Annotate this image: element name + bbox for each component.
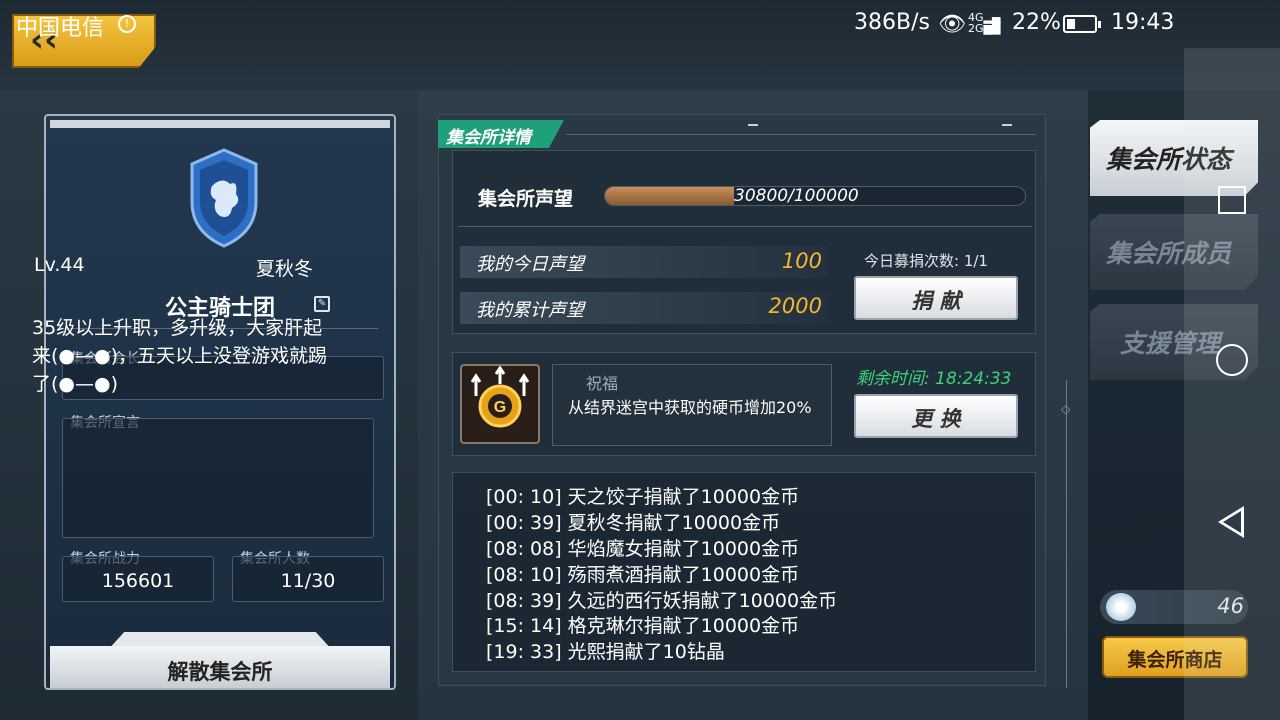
vertical-line — [1066, 380, 1067, 688]
donate-label: 捐 献 — [911, 289, 961, 313]
leader-name: 夏秋冬 — [256, 258, 314, 280]
reputation-label: 集会所声望 — [478, 188, 574, 210]
recent-apps-icon[interactable] — [1218, 186, 1246, 214]
clock-alarm-icon: ! — [118, 15, 136, 33]
tab-line — [566, 134, 1036, 135]
diamond-icon: ◇ — [1061, 402, 1071, 416]
blessing-coin-icon: G — [460, 364, 540, 444]
total-reputation-label: 我的累计声望 — [476, 300, 584, 321]
power-value: 156601 — [101, 570, 175, 592]
svg-text:G: G — [494, 399, 506, 416]
remaining-time: 剩余时间: 18:24:33 — [856, 369, 1012, 389]
tab-dash — [1002, 124, 1012, 126]
net-speed: 386B/s — [854, 10, 930, 35]
divider — [458, 226, 1032, 227]
blessing-title: 祝福 — [586, 374, 619, 393]
reputation-bar-fill — [605, 187, 735, 205]
home-icon[interactable] — [1216, 344, 1248, 376]
log-entry: [00: 39] 夏秋冬捐献了10000金币 — [486, 512, 781, 534]
guild-crest-icon — [190, 148, 258, 248]
tab-dash — [748, 124, 758, 126]
blessing-description: 从结界迷宫中获取的硬币增加20% — [568, 398, 812, 417]
log-entry: [08: 39] 久远的西行妖捐献了10000金币 — [486, 590, 838, 612]
log-entry: [00: 10] 天之饺子捐献了10000金币 — [486, 486, 800, 508]
donate-count: 今日募捐次数: 1/1 — [864, 252, 988, 270]
signal-icon: 4G▂▄ 2G▆█ — [968, 11, 1001, 35]
back-triangle-inner — [1223, 511, 1241, 533]
members-value: 11/30 — [280, 570, 336, 592]
log-entry: [08: 08] 华焰魔女捐献了10000金币 — [486, 538, 800, 560]
clock: 19:43 — [1111, 10, 1175, 35]
carrier-label: 中国电信 — [16, 16, 105, 41]
log-entry: [19: 33] 光熙捐献了10钻晶 — [486, 641, 725, 663]
battery-icon — [1063, 15, 1101, 33]
coin-arrows-icon: G — [470, 365, 530, 428]
guild-info-card: 公主骑士团 ★ 集会所会长 集会所宣言 集会所战力 156601 集会所人数 1… — [44, 114, 396, 690]
declaration-box — [62, 418, 374, 538]
reputation-value: 30800/100000 — [734, 186, 859, 206]
disband-label: 解散集会所 — [167, 660, 273, 684]
declaration-text: 35级以上升职，多升级，大家肝起来(●—●)，五天以上没登游戏就踢了(●—●) — [32, 317, 327, 395]
battery-percent: 22% — [1012, 10, 1061, 35]
card-top-bar — [50, 120, 390, 128]
today-reputation-label: 我的今日声望 — [476, 254, 584, 275]
change-label: 更 换 — [911, 407, 961, 431]
gem-icon — [1106, 593, 1136, 621]
today-reputation-value: 100 — [781, 249, 822, 273]
leader-level: Lv.44 — [34, 254, 85, 276]
total-reputation-value: 2000 — [768, 294, 822, 318]
android-nav-bar — [1184, 48, 1280, 720]
log-entry: [15: 14] 格克琳尔捐献了10000金币 — [486, 615, 800, 637]
log-entry: [08: 10] 殇雨煮酒捐献了10000金币 — [486, 564, 800, 586]
detail-tab-label: 集会所详情 — [446, 128, 531, 148]
status-bar: 中国电信 ! 386B/s 👁 4G▂▄ 2G▆█ 22% 19:43 — [0, 0, 1280, 48]
eye-icon: 👁 — [938, 12, 966, 37]
edit-icon[interactable]: ✎ — [314, 296, 330, 312]
